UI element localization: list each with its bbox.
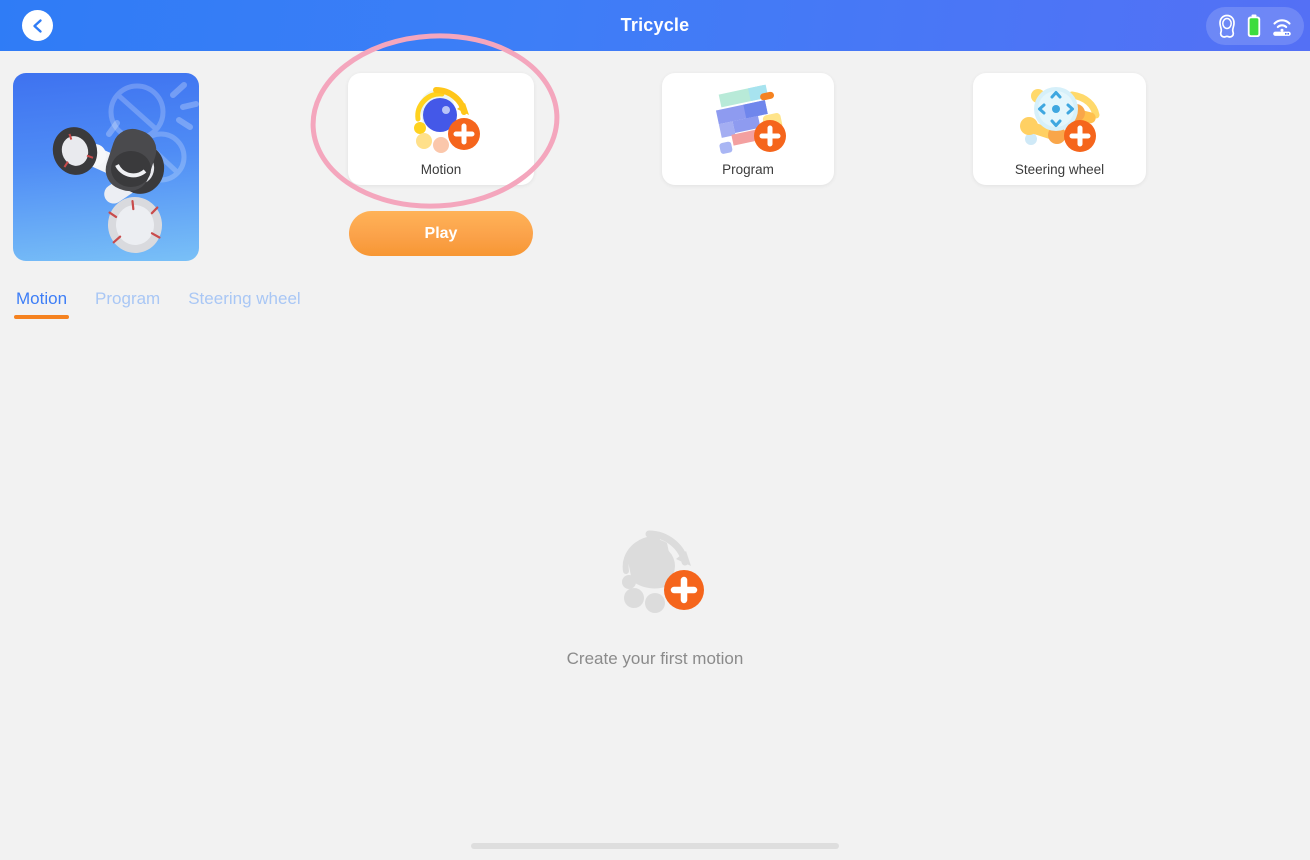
home-indicator (471, 843, 839, 849)
app-root: Tricycle Motion Program Steering wheel P… (0, 0, 1310, 860)
wifi-router-icon (1270, 14, 1294, 38)
chevron-left-icon (29, 17, 47, 35)
empty-state: Create your first motion (0, 520, 1310, 669)
tile-label-program: Program (722, 162, 774, 177)
app-header: Tricycle (0, 0, 1310, 51)
program-add-icon (662, 79, 834, 155)
tab-program[interactable]: Program (93, 289, 162, 319)
tile-label-motion: Motion (420, 162, 462, 177)
tile-label-steering-wheel: Steering wheel (1014, 162, 1105, 177)
tab-bar: Motion Program Steering wheel (14, 289, 303, 319)
tile-motion[interactable]: Motion (348, 73, 534, 185)
tab-steering-wheel[interactable]: Steering wheel (186, 289, 302, 319)
tile-steering-wheel[interactable]: Steering wheel (973, 73, 1146, 185)
status-indicators (1206, 7, 1304, 45)
robot-preview-card[interactable] (13, 73, 199, 261)
battery-icon (1247, 14, 1261, 38)
motion-add-icon (348, 79, 534, 155)
play-button[interactable]: Play (349, 211, 533, 256)
tile-program[interactable]: Program (662, 73, 834, 185)
page-title: Tricycle (620, 15, 690, 35)
steering-wheel-add-icon (973, 79, 1146, 155)
motion-add-placeholder-icon[interactable] (595, 520, 715, 625)
tab-motion[interactable]: Motion (14, 289, 70, 319)
empty-state-text: Create your first motion (566, 649, 744, 668)
robot-head-icon (1216, 13, 1238, 39)
tricycle-robot-illustration (52, 82, 199, 253)
back-button[interactable] (22, 10, 53, 41)
